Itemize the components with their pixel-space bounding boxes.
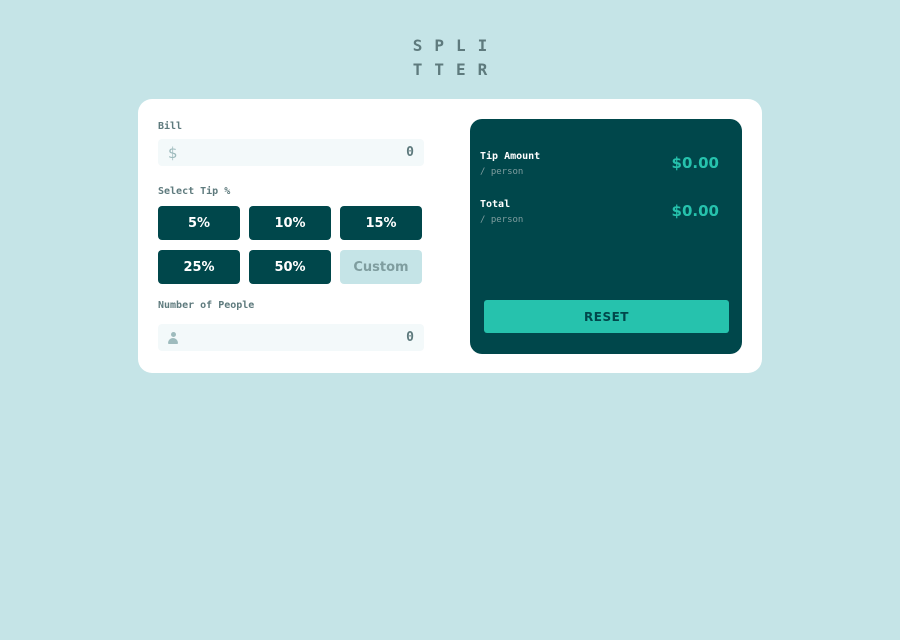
bill-field[interactable]: $ — [158, 139, 424, 166]
custom-tip-button[interactable]: Custom — [340, 250, 422, 284]
tip-button-15[interactable]: 15% — [340, 206, 422, 240]
people-input[interactable] — [214, 330, 414, 345]
people-label: Number of People — [158, 300, 255, 311]
bill-input[interactable] — [214, 145, 414, 160]
person-icon — [168, 331, 178, 344]
logo-line-2: TTER — [412, 60, 500, 79]
app-logo: SPLI TTER — [0, 34, 900, 82]
tip-options: 5% 10% 15% 25% 50% Custom — [158, 206, 422, 284]
bill-label: Bill — [158, 121, 183, 132]
tip-button-10[interactable]: 10% — [249, 206, 331, 240]
tip-button-5[interactable]: 5% — [158, 206, 240, 240]
tip-button-25[interactable]: 25% — [158, 250, 240, 284]
tip-button-50[interactable]: 50% — [249, 250, 331, 284]
people-field[interactable] — [158, 324, 424, 351]
result-panel: Tip Amount / person $0.00 Total / person… — [470, 119, 742, 354]
reset-button[interactable]: RESET — [484, 300, 729, 333]
select-tip-label: Select Tip % — [158, 186, 231, 197]
logo-line-1: SPLI — [412, 36, 500, 55]
calculator-card: Bill $ Select Tip % 5% 10% 15% 25% 50% C… — [138, 99, 762, 373]
dollar-icon: $ — [168, 143, 178, 162]
tip-amount-value: $0.00 — [671, 154, 719, 172]
total-value: $0.00 — [671, 202, 719, 220]
